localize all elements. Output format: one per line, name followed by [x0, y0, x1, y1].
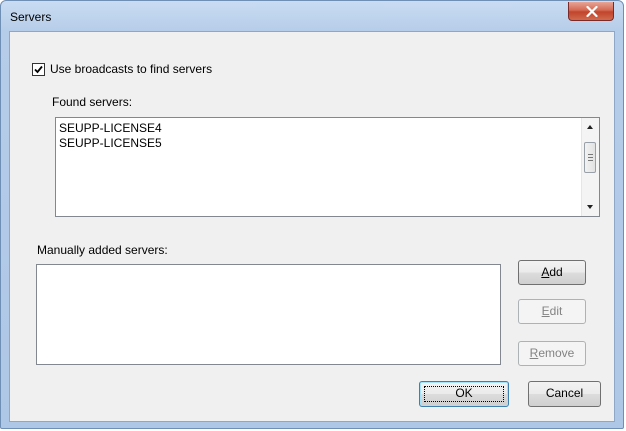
add-button[interactable]: Add [518, 260, 586, 285]
found-servers-list[interactable]: SEUPP-LICENSE4 SEUPP-LICENSE5 [55, 117, 600, 217]
scroll-down-arrow-icon[interactable] [587, 205, 593, 209]
servers-dialog: Servers Use broadcasts to find servers F… [0, 0, 624, 429]
scroll-up-arrow-icon[interactable] [587, 125, 593, 129]
scroll-thumb[interactable] [584, 142, 596, 173]
broadcast-checkbox[interactable] [32, 63, 45, 76]
edit-button-accel: E [541, 304, 550, 318]
cancel-button-label: Cancel [545, 386, 584, 400]
ok-button[interactable]: OK [419, 381, 509, 407]
cancel-button[interactable]: Cancel [528, 381, 601, 407]
window-title: Servers [10, 10, 52, 24]
title-bar[interactable]: Servers [1, 1, 623, 31]
found-servers-label: Found servers: [52, 95, 133, 109]
focus-rectangle [424, 386, 504, 402]
checkmark-icon [34, 65, 43, 74]
dialog-client-area: Use broadcasts to find servers Found ser… [9, 31, 615, 422]
manual-servers-list[interactable] [36, 264, 501, 365]
close-button[interactable] [568, 2, 614, 21]
manual-servers-label: Manually added servers: [37, 243, 168, 257]
broadcast-label[interactable]: Use broadcasts to find servers [50, 62, 212, 76]
remove-button-accel: R [529, 346, 539, 360]
close-icon [586, 6, 598, 17]
edit-button[interactable]: Edit [518, 299, 586, 324]
remove-button-label: emove [538, 346, 575, 360]
add-button-label: dd [549, 265, 563, 279]
remove-button[interactable]: Remove [518, 341, 586, 366]
list-item[interactable]: SEUPP-LICENSE4 [59, 121, 162, 136]
list-item[interactable]: SEUPP-LICENSE5 [59, 136, 162, 151]
vertical-scrollbar[interactable] [581, 118, 599, 216]
edit-button-label: dit [549, 304, 563, 318]
